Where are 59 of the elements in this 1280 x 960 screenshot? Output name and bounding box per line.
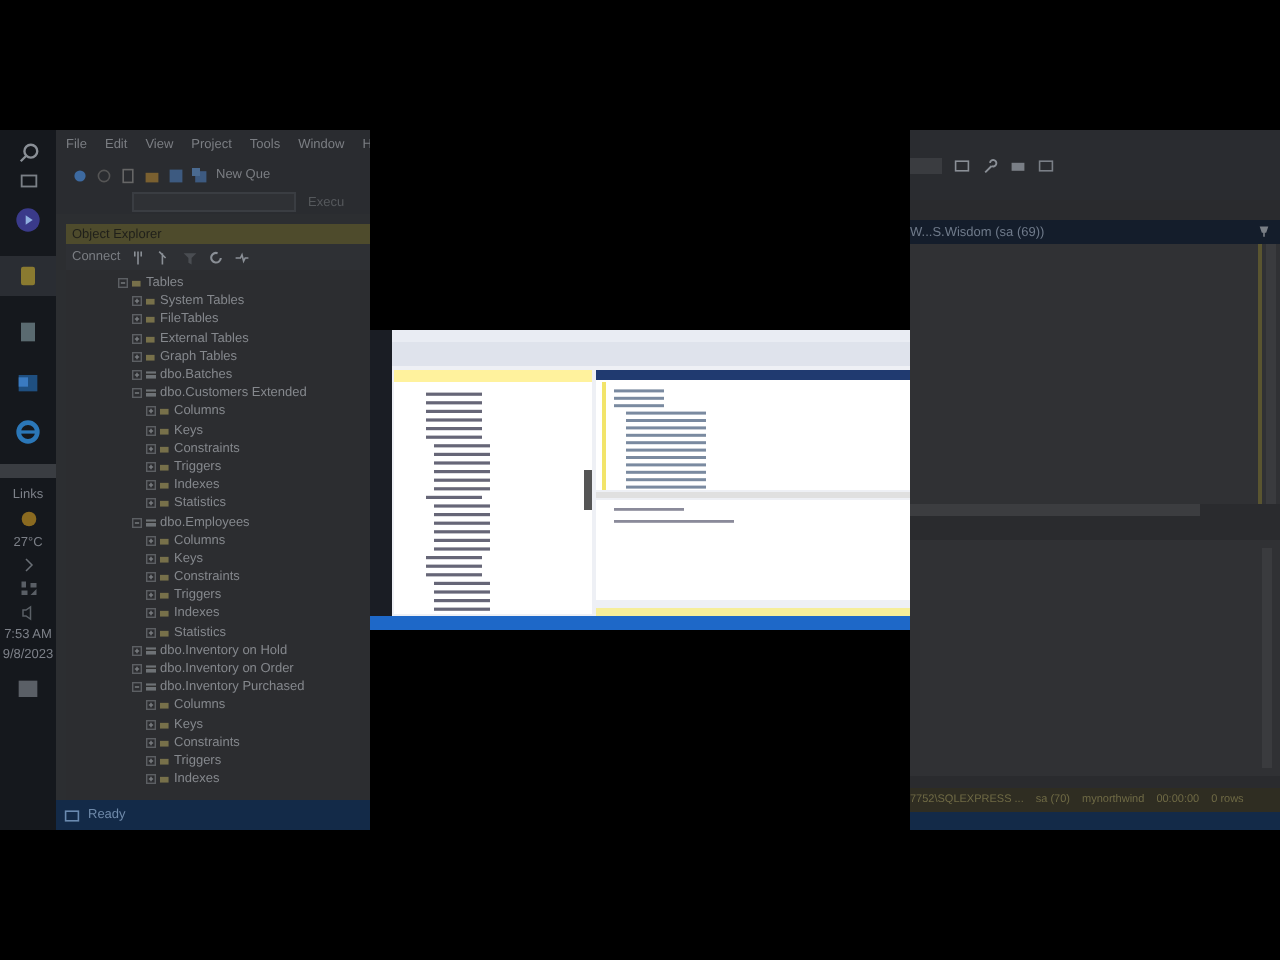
plug-icon[interactable]	[130, 249, 147, 265]
expander-icon[interactable]	[132, 314, 142, 325]
expander-icon[interactable]	[146, 480, 156, 491]
screen-icon[interactable]	[1038, 157, 1054, 173]
table-icon	[146, 388, 156, 399]
expander-icon[interactable]	[146, 737, 156, 748]
expander-icon[interactable]	[146, 553, 156, 564]
expander-icon[interactable]	[146, 425, 156, 436]
expander-icon[interactable]	[132, 370, 142, 381]
expander-icon[interactable]	[146, 590, 156, 601]
open-file-icon[interactable]	[144, 167, 160, 183]
expander-icon[interactable]	[132, 351, 142, 362]
expander-icon[interactable]	[146, 406, 156, 417]
save-all-icon[interactable]	[192, 167, 208, 183]
filter-icon[interactable]	[182, 249, 199, 265]
vertical-scrollbar[interactable]	[1266, 244, 1276, 504]
table-icon	[146, 370, 156, 381]
search-icon[interactable]	[17, 142, 39, 164]
activity-icon[interactable]	[234, 249, 251, 265]
expander-icon[interactable]	[132, 682, 142, 693]
expander-icon[interactable]	[132, 333, 142, 344]
expander-icon[interactable]	[146, 572, 156, 583]
table-icon	[146, 517, 156, 528]
save-icon[interactable]	[168, 167, 184, 183]
weather-sun-icon	[17, 508, 39, 530]
media-player-icon[interactable]	[14, 206, 42, 234]
horizontal-scrollbar[interactable]	[910, 504, 1200, 516]
expander-icon[interactable]	[118, 278, 128, 289]
expander-icon[interactable]	[132, 296, 142, 307]
expander-icon[interactable]	[146, 535, 156, 546]
status-icon	[64, 807, 80, 823]
expander-icon[interactable]	[132, 645, 142, 656]
task-view-icon[interactable]	[17, 170, 39, 192]
table-icon	[146, 682, 156, 693]
back-icon[interactable]	[72, 167, 88, 183]
expander-icon[interactable]	[146, 700, 156, 711]
browser-icon[interactable]	[14, 418, 42, 446]
expander-icon[interactable]	[146, 498, 156, 509]
refresh-icon[interactable]	[208, 249, 225, 265]
chevron-icon[interactable]	[19, 556, 37, 574]
toolbox-icon[interactable]	[1010, 157, 1026, 173]
expander-icon[interactable]	[146, 443, 156, 454]
new-item-icon[interactable]	[120, 167, 136, 183]
speaker-icon[interactable]	[19, 604, 37, 622]
window-icon[interactable]	[954, 157, 970, 173]
table-icon	[146, 664, 156, 675]
forward-icon[interactable]	[96, 167, 112, 183]
expander-icon[interactable]	[146, 755, 156, 766]
expander-icon[interactable]	[146, 627, 156, 638]
expander-icon[interactable]	[146, 461, 156, 472]
tray-icons-drawing	[19, 580, 37, 598]
table-icon	[146, 645, 156, 656]
wrench-icon[interactable]	[982, 157, 998, 173]
expander-icon[interactable]	[132, 664, 142, 675]
expander-icon[interactable]	[146, 774, 156, 785]
expander-icon[interactable]	[146, 719, 156, 730]
expander-icon[interactable]	[146, 608, 156, 619]
expander-icon[interactable]	[132, 388, 142, 399]
expander-icon[interactable]	[132, 517, 142, 528]
